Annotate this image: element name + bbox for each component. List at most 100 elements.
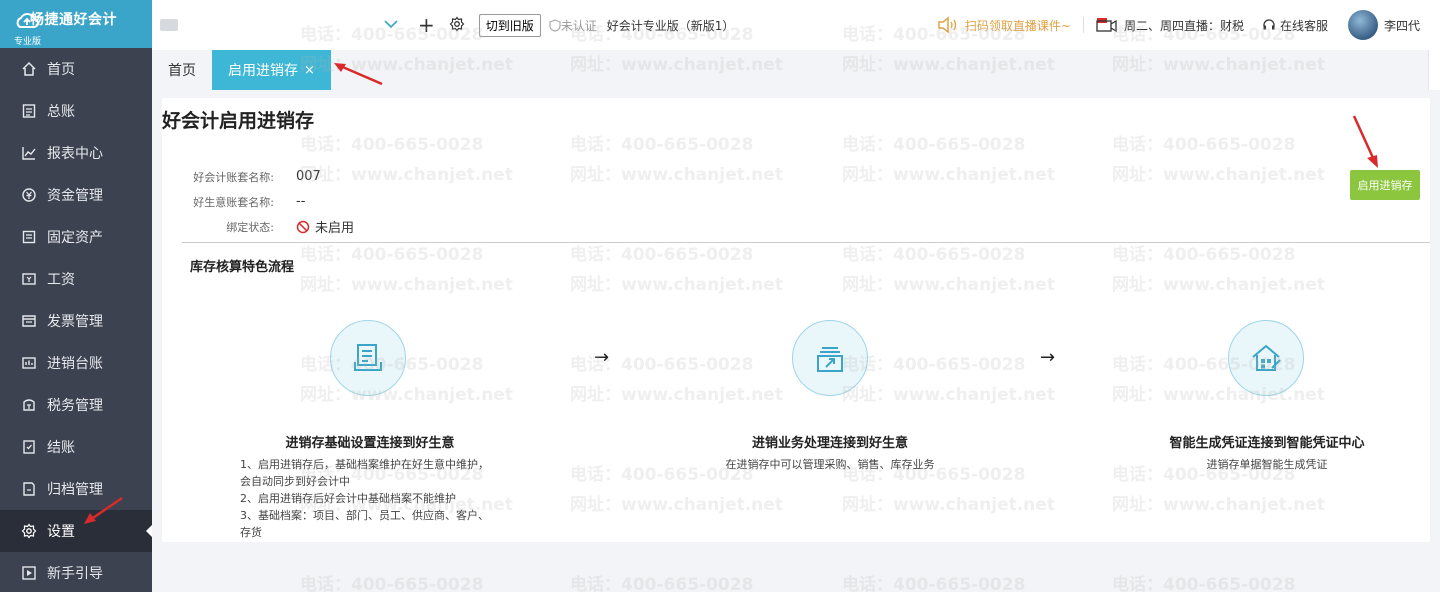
user-name[interactable]: 李四代 — [1384, 17, 1420, 34]
binding-status: 未启用 — [296, 217, 354, 236]
chart-icon — [20, 144, 38, 162]
sidebar-item-archive[interactable]: 归档管理 — [0, 468, 152, 510]
sidebar-item-label: 归档管理 — [47, 482, 103, 498]
sidebar-item-label: 首页 — [47, 62, 75, 78]
live-schedule-link[interactable]: 周二、周四直播：财税 — [1096, 17, 1244, 34]
money-icon — [20, 186, 38, 204]
sidebar-item-fixed-assets[interactable]: 固定资产 — [0, 216, 152, 258]
ledger-icon — [20, 102, 38, 120]
step-desc-line: 1、启用进销存后，基础档案维护在好生意中维护， — [240, 458, 489, 471]
info-label: 好会计账套名称: — [193, 170, 274, 184]
sidebar-item-reports[interactable]: 报表中心 — [0, 132, 152, 174]
tax-icon — [20, 396, 38, 414]
info-value: 007 — [296, 169, 321, 184]
binding-status-text: 未启用 — [315, 221, 355, 236]
step-description: 1、启用进销存后，基础档案维护在好生意中维护， 会自动同步到好会计中 2、启用进… — [240, 456, 510, 541]
info-row: 绑定状态: 未启用 — [190, 214, 354, 239]
sidebar-item-label: 工资 — [47, 272, 75, 288]
account-info: 好会计账套名称: 007 好生意账套名称: -- 绑定状态: 未启用 — [190, 164, 354, 239]
sidebar-item-label: 税务管理 — [47, 398, 103, 414]
add-icon[interactable]: + — [418, 15, 435, 35]
info-row: 好生意账套名称: -- — [190, 189, 354, 214]
live-video-icon — [1096, 18, 1117, 33]
sidebar-item-close-books[interactable]: 结账 — [0, 426, 152, 468]
promo-link[interactable]: 扫码领取直播课件~ — [965, 17, 1071, 34]
step-title: 进销业务处理连接到好生意 — [751, 436, 908, 451]
live-schedule-text: 周二、周四直播：财税 — [1123, 18, 1244, 33]
section-divider — [182, 242, 1430, 243]
step-desc-line: 进销存单据智能生成凭证 — [1206, 458, 1328, 471]
sidebar-item-label: 发票管理 — [47, 314, 103, 330]
sidebar: 畅捷通好会计 专业版 首页 总账 报表中心 资金管理 固定资产 工资 发票管理 … — [0, 0, 152, 592]
info-label: 绑定状态: — [226, 220, 274, 234]
home-icon — [20, 60, 38, 78]
headset-icon — [1263, 19, 1275, 30]
inventory-icon — [20, 354, 38, 372]
sidebar-item-guide[interactable]: 新手引导 — [0, 552, 152, 592]
sidebar-item-inventory-ledger[interactable]: 进销台账 — [0, 342, 152, 384]
step-description: 在进销存中可以管理采购、销售、库存业务 — [700, 456, 960, 473]
info-value: -- — [296, 194, 306, 209]
avatar[interactable] — [1347, 10, 1378, 40]
step-voucher-icon — [1228, 320, 1304, 396]
step-desc-line: 存货 — [240, 526, 262, 539]
gear-icon — [20, 522, 38, 540]
sidebar-item-label: 总账 — [47, 104, 75, 120]
sidebar-item-label: 结账 — [47, 440, 75, 456]
guide-icon — [20, 564, 38, 582]
verification-status[interactable]: 未认证 — [549, 17, 597, 34]
tab-home[interactable]: 首页 — [152, 50, 212, 90]
invoice-icon — [20, 312, 38, 330]
sidebar-item-label: 进销台账 — [47, 356, 103, 372]
sidebar-item-settings[interactable]: 设置 — [0, 510, 152, 552]
enable-inventory-button[interactable]: 启用进销存 — [1350, 170, 1420, 200]
tab-bar: 首页 启用进销存 × — [152, 50, 1428, 90]
sidebar-item-invoices[interactable]: 发票管理 — [0, 300, 152, 342]
sidebar-item-label: 新手引导 — [47, 566, 103, 582]
sidebar-item-tax[interactable]: 税务管理 — [0, 384, 152, 426]
product-version: 好会计专业版（新版1） — [606, 18, 735, 33]
logo-title: 畅捷通好会计 — [30, 12, 117, 28]
logo-edition: 专业版 — [14, 37, 42, 47]
enable-inventory-page: 好会计启用进销存 好会计账套名称: 007 好生意账套名称: -- 绑定状态: … — [162, 98, 1430, 542]
tab-label: 启用进销存 — [228, 63, 298, 79]
online-service-label: 在线客服 — [1279, 18, 1328, 33]
step-description: 进销存单据智能生成凭证 — [1132, 456, 1402, 473]
divider — [1082, 17, 1084, 33]
main-content: 好会计启用进销存 好会计账套名称: 007 好生意账套名称: -- 绑定状态: … — [152, 90, 1440, 592]
ban-icon — [296, 220, 310, 233]
unverified-label: 未认证 — [560, 18, 597, 33]
step-arrow: → — [1040, 347, 1056, 368]
sidebar-item-home[interactable]: 首页 — [0, 48, 152, 90]
salary-icon — [20, 270, 38, 288]
speaker-icon[interactable] — [937, 16, 959, 34]
switch-old-version-button[interactable]: 切到旧版 — [478, 13, 541, 37]
tab-label: 首页 — [168, 63, 196, 79]
info-row: 好会计账套名称: 007 — [190, 164, 354, 189]
sidebar-item-label: 固定资产 — [47, 230, 103, 246]
online-service-button[interactable]: 在线客服 — [1262, 17, 1328, 34]
chevron-down-icon[interactable] — [384, 17, 398, 33]
section-title: 库存核算特色流程 — [190, 260, 295, 275]
tab-enable-inventory[interactable]: 启用进销存 × — [212, 50, 331, 90]
step-desc-line: 3、基础档案：项目、部门、员工、供应商、客户、 — [240, 509, 489, 522]
step-desc-line: 2、启用进销存后好会计中基础档案不能维护 — [240, 492, 456, 505]
gear-icon[interactable] — [449, 16, 465, 35]
step-settings-icon — [330, 320, 406, 396]
close-icon[interactable]: × — [304, 63, 315, 78]
top-bar: + 切到旧版 未认证 好会计专业版（新版1） 扫码领取直播课件~ 周二、周四直播… — [152, 0, 1440, 50]
scrollbar[interactable] — [1428, 50, 1440, 90]
sidebar-item-ledger[interactable]: 总账 — [0, 90, 152, 132]
step-arrow: → — [594, 347, 610, 368]
sidebar-item-label: 资金管理 — [47, 188, 103, 204]
asset-icon — [20, 228, 38, 246]
sidebar-item-funds[interactable]: 资金管理 — [0, 174, 152, 216]
step-title: 智能生成凭证连接到智能凭证中心 — [1169, 436, 1365, 451]
sidebar-item-label: 报表中心 — [47, 146, 103, 162]
info-label: 好生意账套名称: — [193, 195, 274, 209]
account-selector[interactable] — [160, 19, 178, 31]
logo[interactable]: 畅捷通好会计 专业版 — [0, 0, 152, 48]
step-business-icon — [792, 320, 868, 396]
close-books-icon — [20, 438, 38, 456]
sidebar-item-salary[interactable]: 工资 — [0, 258, 152, 300]
